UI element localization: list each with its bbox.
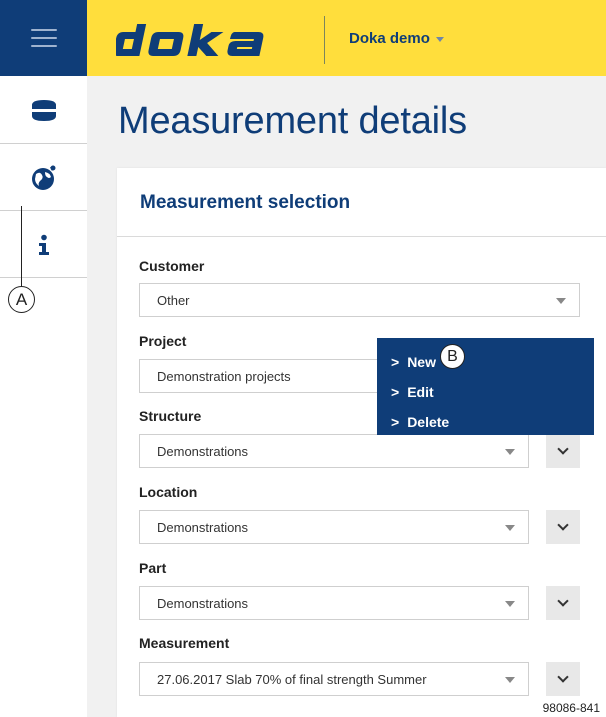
part-select[interactable]: Demonstrations	[139, 586, 529, 620]
structure-value: Demonstrations	[157, 443, 249, 459]
location-actions-button[interactable]	[546, 510, 580, 544]
tenant-selector[interactable]: Doka demo	[349, 30, 444, 47]
sidebar-item-sensors[interactable]	[0, 78, 87, 144]
location-select[interactable]: Demonstrations	[139, 510, 529, 544]
location-label: Location	[139, 484, 198, 500]
menu-arrow: >	[391, 354, 400, 370]
customer-label: Customer	[139, 258, 205, 274]
doka-logo	[113, 20, 286, 65]
structure-select[interactable]: Demonstrations	[139, 434, 529, 468]
customer-value: Other	[157, 292, 190, 308]
sidebar-item-info[interactable]	[0, 212, 87, 278]
project-value: Demonstration projects	[157, 368, 291, 384]
structure-actions-button[interactable]	[546, 434, 580, 468]
part-label: Part	[139, 560, 167, 576]
callout-a-leader	[21, 206, 22, 288]
menu-item-new[interactable]: > New	[377, 347, 594, 377]
structure-label: Structure	[139, 408, 202, 424]
info-icon	[38, 234, 49, 255]
menu-item-delete-label: Delete	[407, 414, 450, 430]
caret-down-icon	[435, 37, 444, 42]
hamburger-icon	[30, 29, 57, 47]
measurement-select[interactable]: 27.06.2017 Slab 70% of final strength Su…	[139, 662, 529, 696]
customer-select[interactable]: Other	[139, 283, 580, 317]
sidebar	[0, 0, 87, 717]
figure-reference: 98086-841	[540, 701, 602, 715]
dropdown-arrow-icon	[505, 677, 515, 683]
card-title: Measurement selection	[140, 192, 351, 213]
menu-arrow: >	[391, 414, 400, 430]
dropdown-arrow-icon	[505, 601, 515, 607]
menu-item-delete[interactable]: > Delete	[377, 407, 594, 437]
part-actions-button[interactable]	[546, 586, 580, 620]
sidebar-item-projects[interactable]	[0, 145, 87, 211]
location-value: Demonstrations	[157, 519, 249, 535]
globe-icon	[31, 165, 55, 190]
tenant-label: Doka demo	[349, 30, 430, 47]
sensor-icon	[31, 99, 56, 121]
menu-item-new-label: New	[407, 354, 436, 370]
callout-a: A	[8, 286, 35, 313]
chevron-down-icon	[557, 443, 569, 455]
menu-item-edit[interactable]: > Edit	[377, 377, 594, 407]
dropdown-arrow-icon	[556, 298, 566, 304]
chevron-down-icon	[557, 595, 569, 607]
part-value: Demonstrations	[157, 595, 249, 611]
measurement-value: 27.06.2017 Slab 70% of final strength Su…	[157, 671, 427, 687]
chevron-down-icon	[557, 671, 569, 683]
menu-arrow: >	[391, 384, 400, 400]
project-label: Project	[139, 333, 187, 349]
measurement-selection-card: Measurement selection Customer Other Pro…	[117, 168, 606, 717]
project-actions-menu: > New > Edit > Delete	[377, 338, 594, 435]
measurement-actions-button[interactable]	[546, 662, 580, 696]
menu-item-edit-label: Edit	[407, 384, 434, 400]
dropdown-arrow-icon	[505, 525, 515, 531]
page-title: Measurement details	[118, 100, 467, 142]
header-divider	[324, 16, 325, 64]
menu-toggle-button[interactable]	[0, 0, 87, 76]
measurement-label: Measurement	[139, 635, 230, 651]
dropdown-arrow-icon	[505, 449, 515, 455]
top-header: Doka demo	[87, 0, 606, 76]
chevron-down-icon	[557, 519, 569, 531]
card-divider	[117, 236, 606, 237]
callout-b: B	[440, 344, 465, 369]
